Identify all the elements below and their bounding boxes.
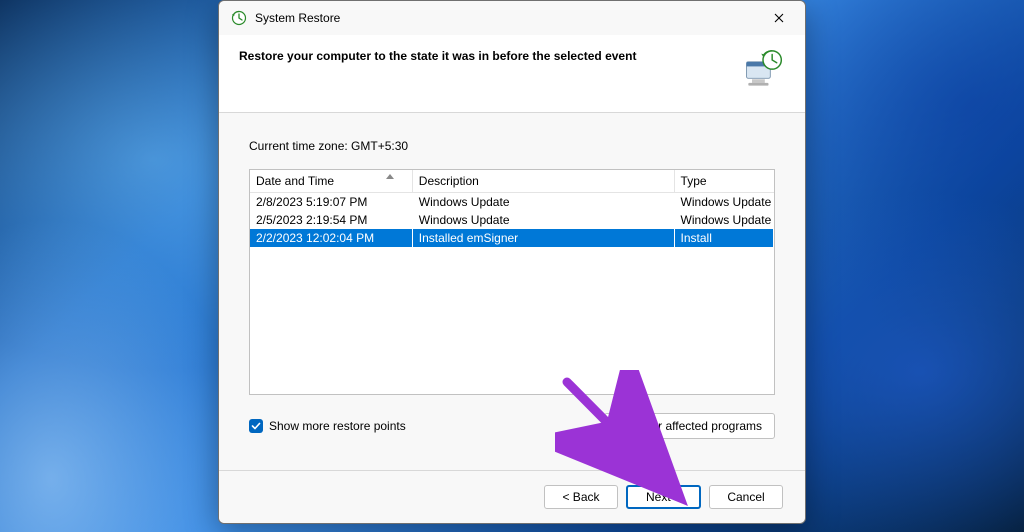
cell-date: 2/5/2023 2:19:54 PM — [250, 211, 412, 229]
sort-caret-icon — [386, 174, 394, 179]
header-strip: Restore your computer to the state it wa… — [219, 35, 805, 113]
col-type[interactable]: Type — [674, 170, 773, 193]
cell-desc: Windows Update — [412, 193, 674, 212]
table-row[interactable]: 2/5/2023 2:19:54 PMWindows UpdateWindows… — [250, 211, 774, 229]
show-more-label: Show more restore points — [269, 419, 406, 433]
next-button[interactable]: Next > — [626, 485, 701, 509]
timezone-label: Current time zone: GMT+5:30 — [249, 139, 775, 153]
close-button[interactable] — [761, 5, 797, 31]
restore-points-table[interactable]: Date and Time Description Type 2/8/2023 … — [249, 169, 775, 395]
cancel-button[interactable]: Cancel — [709, 485, 783, 509]
table-row[interactable]: 2/2/2023 12:02:04 PMInstalled emSignerIn… — [250, 229, 774, 247]
cell-date: 2/2/2023 12:02:04 PM — [250, 229, 412, 247]
options-row: Show more restore points Scan for affect… — [249, 413, 775, 439]
cell-desc: Installed emSigner — [412, 229, 674, 247]
window-title: System Restore — [255, 11, 761, 25]
back-button[interactable]: < Back — [544, 485, 618, 509]
show-more-checkbox[interactable]: Show more restore points — [249, 419, 406, 433]
col-date[interactable]: Date and Time — [250, 170, 412, 193]
cell-type: Windows Update — [674, 211, 773, 229]
footer: < Back Next > Cancel — [219, 470, 805, 523]
cell-desc: Windows Update — [412, 211, 674, 229]
restore-wizard-icon — [741, 49, 785, 89]
system-restore-icon — [231, 10, 247, 26]
scan-affected-button[interactable]: Scan for affected programs — [604, 413, 775, 439]
titlebar: System Restore — [219, 1, 805, 35]
system-restore-dialog: System Restore Restore your computer to … — [218, 0, 806, 524]
cell-type: Windows Update — [674, 193, 773, 212]
col-date-label: Date and Time — [256, 174, 334, 188]
cell-type: Install — [674, 229, 773, 247]
table-row[interactable]: 2/8/2023 5:19:07 PMWindows UpdateWindows… — [250, 193, 774, 212]
headline: Restore your computer to the state it wa… — [239, 49, 636, 63]
col-description[interactable]: Description — [412, 170, 674, 193]
cell-date: 2/8/2023 5:19:07 PM — [250, 193, 412, 212]
dialog-body: Current time zone: GMT+5:30 Date and Tim… — [219, 113, 805, 470]
checkbox-icon — [249, 419, 263, 433]
